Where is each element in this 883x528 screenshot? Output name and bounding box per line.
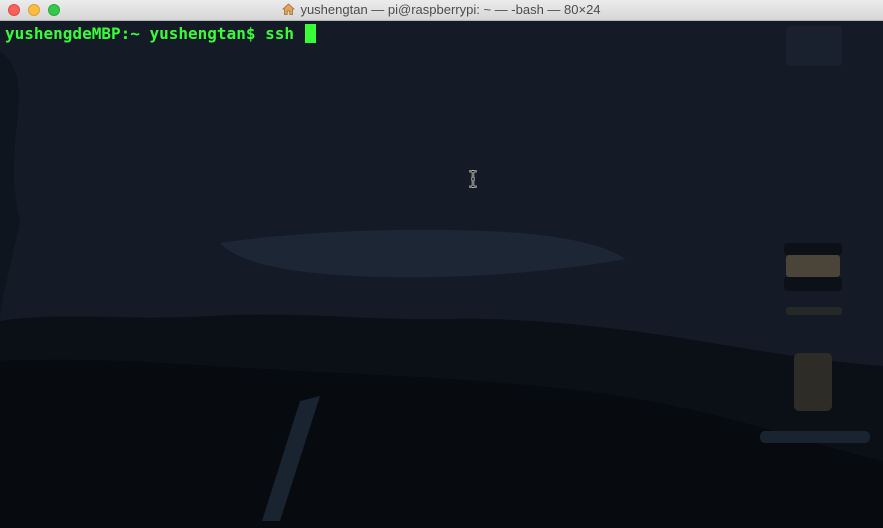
home-icon [282,3,296,20]
background-image [0,21,883,528]
title-bar[interactable]: yushengtan — pi@raspberrypi: ~ — -bash —… [0,0,883,21]
terminal-content[interactable]: yushengdeMBP:~ yushengtan$ ssh [0,21,883,528]
window-title: yushengtan — pi@raspberrypi: ~ — -bash —… [0,2,883,20]
shell-prompt: yushengdeMBP:~ yushengtan$ [5,24,266,43]
block-cursor [304,24,316,43]
terminal-line: yushengdeMBP:~ yushengtan$ ssh [5,24,316,44]
command-input[interactable]: ssh [265,24,304,43]
text-cursor-icon [468,169,478,193]
window-title-text: yushengtan — pi@raspberrypi: ~ — -bash —… [300,2,601,17]
terminal-window: yushengtan — pi@raspberrypi: ~ — -bash —… [0,0,883,528]
